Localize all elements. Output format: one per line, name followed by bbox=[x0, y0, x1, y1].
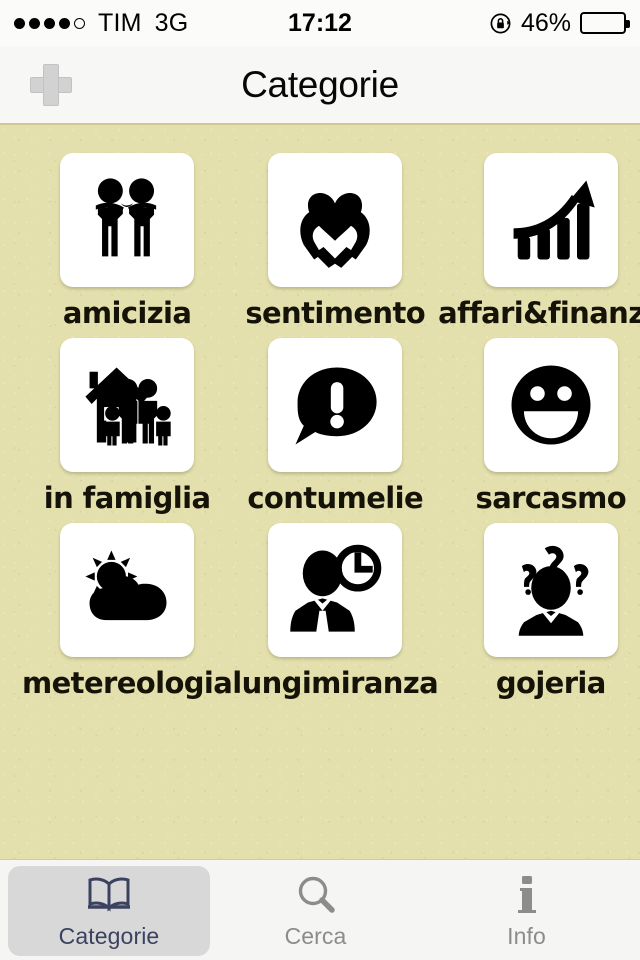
category-tile bbox=[60, 153, 195, 287]
category-tile bbox=[483, 523, 618, 657]
category-label: metereologia bbox=[22, 666, 233, 700]
navigation-bar: Categorie bbox=[0, 46, 640, 125]
category-tile bbox=[483, 153, 618, 287]
page-title: Categorie bbox=[241, 63, 399, 105]
plus-icon bbox=[30, 63, 72, 106]
category-item-contumelie[interactable]: contumelie bbox=[232, 338, 438, 515]
category-tile bbox=[483, 338, 618, 472]
add-category-button[interactable] bbox=[26, 60, 76, 110]
info-icon bbox=[514, 872, 540, 918]
category-label: sentimento bbox=[245, 296, 426, 330]
tab-label: Info bbox=[507, 923, 546, 949]
category-label: amicizia bbox=[62, 296, 192, 330]
signal-strength-icon bbox=[14, 17, 85, 29]
hands-holding-heart-icon bbox=[300, 193, 370, 268]
category-item-in-famiglia[interactable]: in famiglia bbox=[22, 338, 232, 515]
tab-categorie[interactable]: Categorie bbox=[8, 866, 210, 956]
category-tile bbox=[268, 153, 403, 287]
tab-label: Cerca bbox=[284, 923, 347, 949]
category-label: sarcasmo bbox=[475, 481, 627, 515]
tab-bar: Categorie Cerca Info bbox=[0, 859, 640, 960]
carrier-label: TIM bbox=[98, 8, 142, 37]
status-bar-left: TIM 3G bbox=[14, 9, 188, 38]
tab-info[interactable]: Info bbox=[421, 866, 632, 956]
category-item-amicizia[interactable]: amicizia bbox=[22, 153, 232, 330]
category-item-gojeria[interactable]: gojeria bbox=[438, 523, 640, 700]
house-family-icon bbox=[85, 367, 171, 446]
status-bar-right: 46% bbox=[489, 8, 630, 38]
speech-bubble-exclamation-icon bbox=[295, 367, 377, 445]
tab-label: Categorie bbox=[58, 923, 160, 949]
network-type-label: 3G bbox=[154, 8, 189, 37]
category-label: gojeria bbox=[495, 666, 607, 700]
category-label: contumelie bbox=[247, 481, 424, 515]
category-item-metereologia[interactable]: metereologia bbox=[22, 523, 233, 700]
battery-percent-label: 46% bbox=[520, 8, 571, 37]
businessman-clock-icon bbox=[290, 544, 382, 637]
category-tile bbox=[60, 523, 195, 657]
category-tile bbox=[60, 338, 195, 472]
category-item-lungimiranza[interactable]: lungimiranza bbox=[232, 523, 439, 700]
category-item-affari-finanza[interactable]: affari&finanza bbox=[438, 153, 640, 330]
status-bar: TIM 3G 17:12 46% bbox=[0, 0, 640, 46]
smiley-face-icon bbox=[511, 365, 591, 445]
rotation-lock-icon bbox=[489, 12, 512, 35]
tab-cerca[interactable]: Cerca bbox=[210, 866, 421, 956]
open-book-icon bbox=[84, 872, 134, 918]
sun-cloud-icon bbox=[85, 550, 167, 621]
category-tile bbox=[268, 338, 403, 472]
categories-grid: amicizia sentimento affari&finanz in fam… bbox=[22, 153, 640, 700]
battery-icon bbox=[580, 12, 630, 34]
category-item-sentimento[interactable]: sentimento bbox=[232, 153, 438, 330]
app-screen: TIM 3G 17:12 46% Categorie amicizia sent… bbox=[0, 0, 640, 960]
category-item-sarcasmo[interactable]: sarcasmo bbox=[438, 338, 640, 515]
category-tile bbox=[268, 523, 403, 657]
growth-chart-arrow-icon bbox=[513, 180, 595, 260]
person-question-marks-icon bbox=[518, 545, 589, 636]
category-label: in famiglia bbox=[43, 481, 211, 515]
two-friends-icon bbox=[95, 178, 157, 257]
category-label: lungimiranza bbox=[232, 666, 439, 700]
search-icon bbox=[294, 872, 338, 918]
categories-content: amicizia sentimento affari&finanz in fam… bbox=[0, 125, 640, 859]
category-label: affari&finanza bbox=[438, 296, 640, 330]
